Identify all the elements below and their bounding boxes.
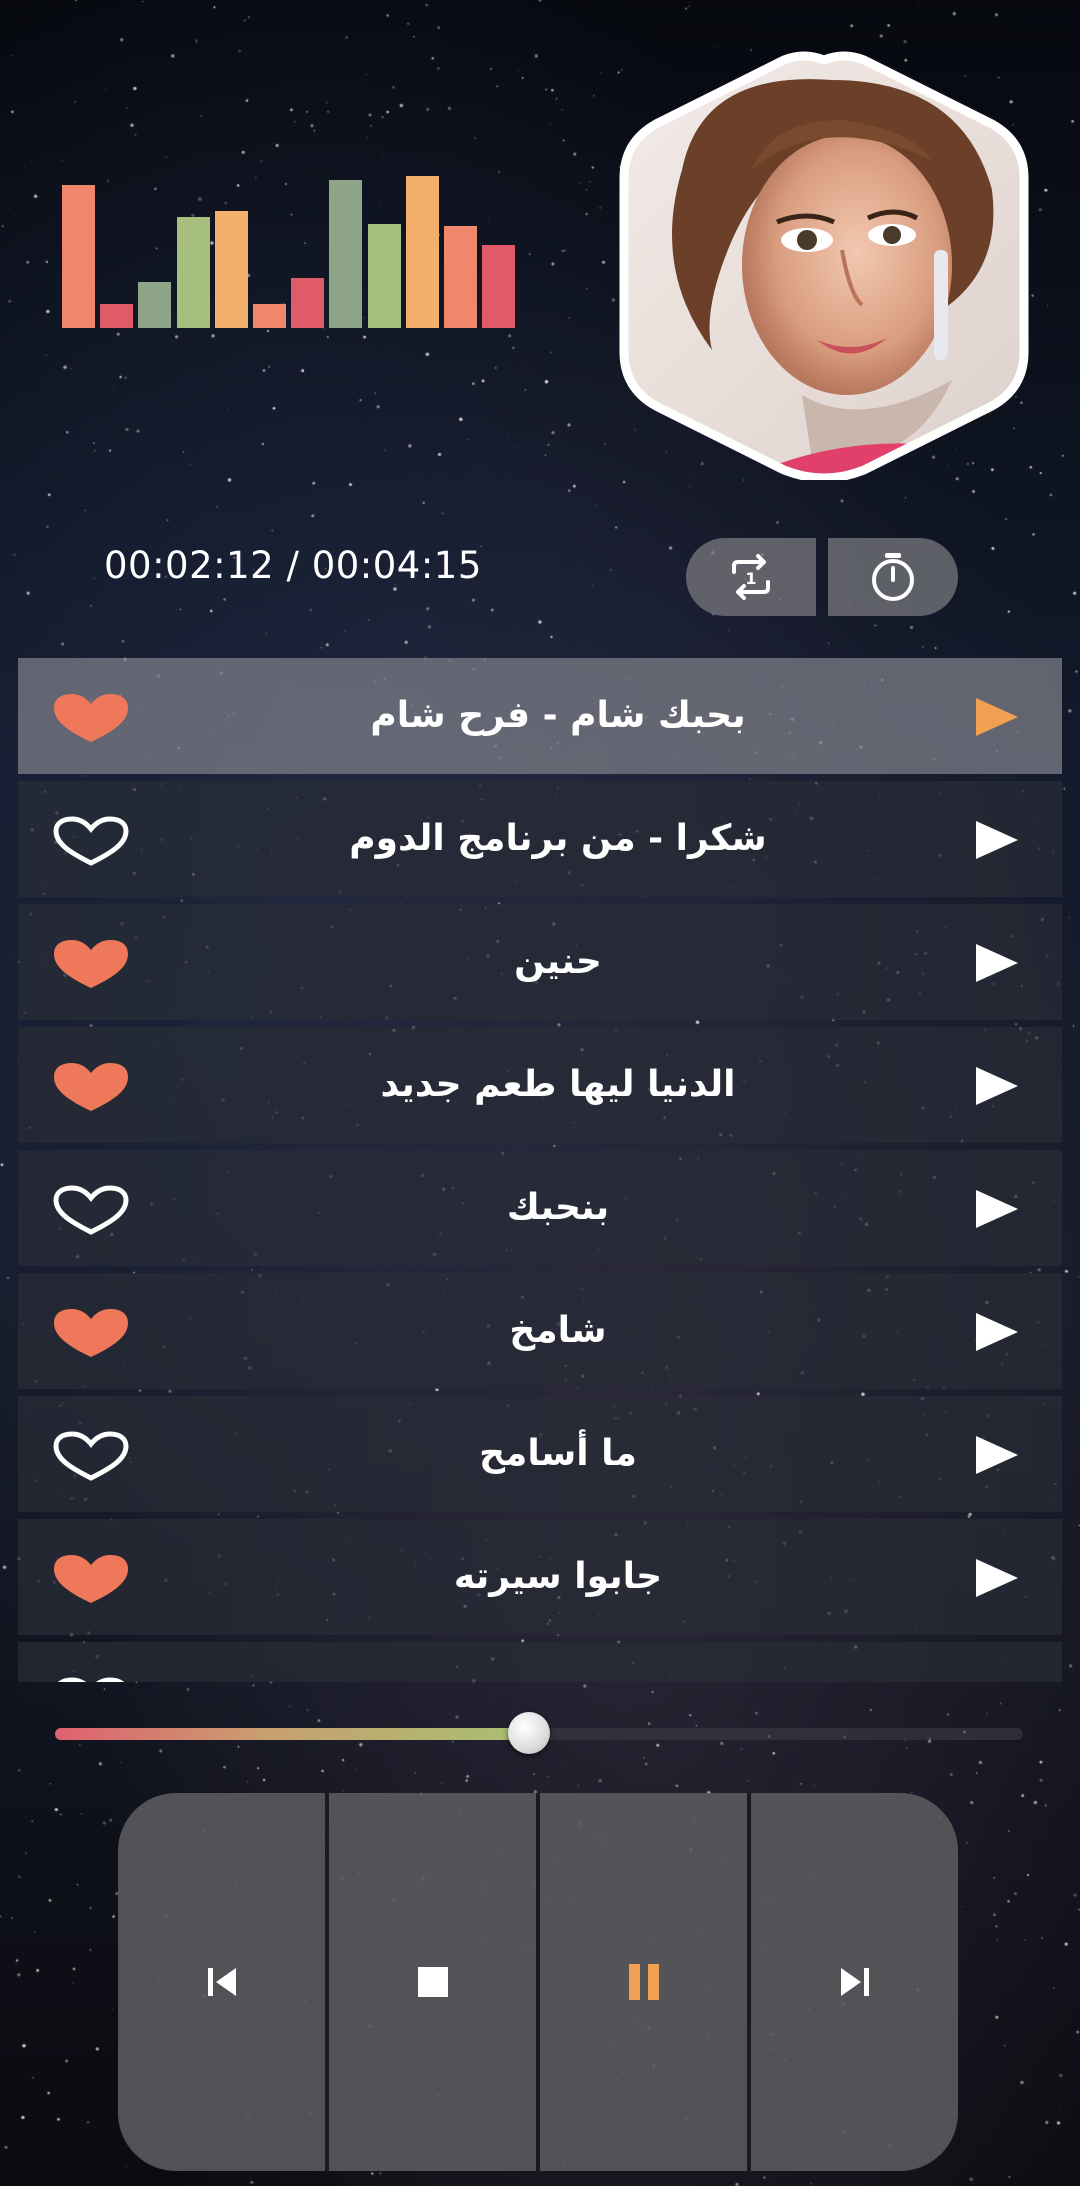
heart-outline-icon[interactable]: [50, 815, 132, 867]
player-controls: [118, 1793, 958, 2171]
heart-filled-icon[interactable]: [50, 938, 132, 990]
equalizer-bar: [482, 245, 516, 328]
play-icon[interactable]: [974, 1065, 1020, 1107]
heart-filled-icon[interactable]: [50, 1061, 132, 1113]
track-title: بنحبك: [506, 1187, 610, 1228]
play-icon[interactable]: [974, 1557, 1020, 1599]
svg-text:1: 1: [745, 569, 756, 588]
equalizer-bar: [444, 226, 477, 328]
equalizer-bar: [367, 224, 401, 328]
equalizer-bar: [176, 217, 210, 328]
track-row[interactable]: حنين: [18, 904, 1062, 1020]
track-title: ما أسامح: [479, 1433, 637, 1474]
track-row[interactable]: الدنيا ليها طعم جديد: [18, 1027, 1062, 1143]
track-title: جابوا سيرته: [453, 1556, 663, 1597]
track-title: الدنيا ليها طعم جديد: [380, 1064, 736, 1105]
next-button[interactable]: [747, 1793, 958, 2171]
heart-filled-icon[interactable]: [50, 692, 132, 744]
pause-icon: [628, 1964, 659, 2000]
heart-outline-icon[interactable]: [50, 1676, 132, 1682]
track-title: بحبك شام - فرح شام: [370, 695, 746, 736]
equalizer-bar: [138, 282, 172, 328]
play-icon[interactable]: [974, 1680, 1020, 1682]
play-icon[interactable]: [974, 1311, 1020, 1353]
heart-filled-icon[interactable]: [50, 1307, 132, 1359]
track-row[interactable]: بحبك شام - فرح شام: [18, 658, 1062, 774]
playlist[interactable]: بحبك شام - فرح شام شكرا - من برنامج الدوم…: [18, 658, 1062, 1682]
equalizer-bar: [253, 304, 286, 328]
repeat-one-icon: 1: [732, 554, 770, 600]
previous-button[interactable]: [118, 1793, 325, 2171]
seek-progress: [55, 1728, 530, 1740]
stopwatch-icon: [872, 553, 914, 601]
time-readout: 00:02:12 / 00:04:15: [104, 544, 482, 587]
equalizer-visualizer: [62, 176, 522, 328]
seek-thumb[interactable]: [508, 1712, 551, 1754]
current-time: 00:02:12: [104, 544, 275, 587]
equalizer-bar: [291, 278, 325, 328]
play-icon[interactable]: [974, 1188, 1020, 1230]
track-row[interactable]: [18, 1642, 1062, 1682]
heart-outline-icon[interactable]: [50, 1184, 132, 1236]
equalizer-bar: [405, 176, 439, 328]
stop-icon: [417, 1967, 448, 1997]
play-icon[interactable]: [974, 1434, 1020, 1476]
equalizer-bar: [100, 304, 134, 328]
equalizer-bar: [214, 211, 248, 328]
repeat-button[interactable]: 1: [686, 538, 816, 616]
track-row[interactable]: شكرا - من برنامج الدوم: [18, 781, 1062, 897]
track-row[interactable]: ما أسامح: [18, 1396, 1062, 1512]
play-icon[interactable]: [974, 696, 1020, 738]
heart-filled-icon[interactable]: [50, 1553, 132, 1605]
seek-bar[interactable]: [55, 1712, 1023, 1754]
stop-button[interactable]: [325, 1793, 536, 2171]
next-icon: [840, 1968, 869, 1996]
equalizer-bar: [62, 185, 95, 328]
time-separator: /: [274, 544, 312, 587]
sleep-timer-button[interactable]: [828, 538, 958, 616]
track-title: حنين: [514, 941, 602, 982]
pause-button[interactable]: [536, 1793, 747, 2171]
equalizer-bar: [329, 180, 363, 328]
track-row[interactable]: جابوا سيرته: [18, 1519, 1062, 1635]
play-icon[interactable]: [974, 942, 1020, 984]
previous-icon: [207, 1968, 236, 1996]
track-title: [158, 1642, 958, 1682]
track-title: شامخ: [509, 1310, 607, 1351]
total-time: 00:04:15: [311, 544, 482, 587]
track-row[interactable]: شامخ: [18, 1273, 1062, 1389]
track-title: شكرا - من برنامج الدوم: [349, 818, 767, 859]
track-row[interactable]: بنحبك: [18, 1150, 1062, 1266]
play-icon[interactable]: [974, 819, 1020, 861]
heart-outline-icon[interactable]: [50, 1430, 132, 1482]
artist-avatar: [619, 51, 1029, 480]
